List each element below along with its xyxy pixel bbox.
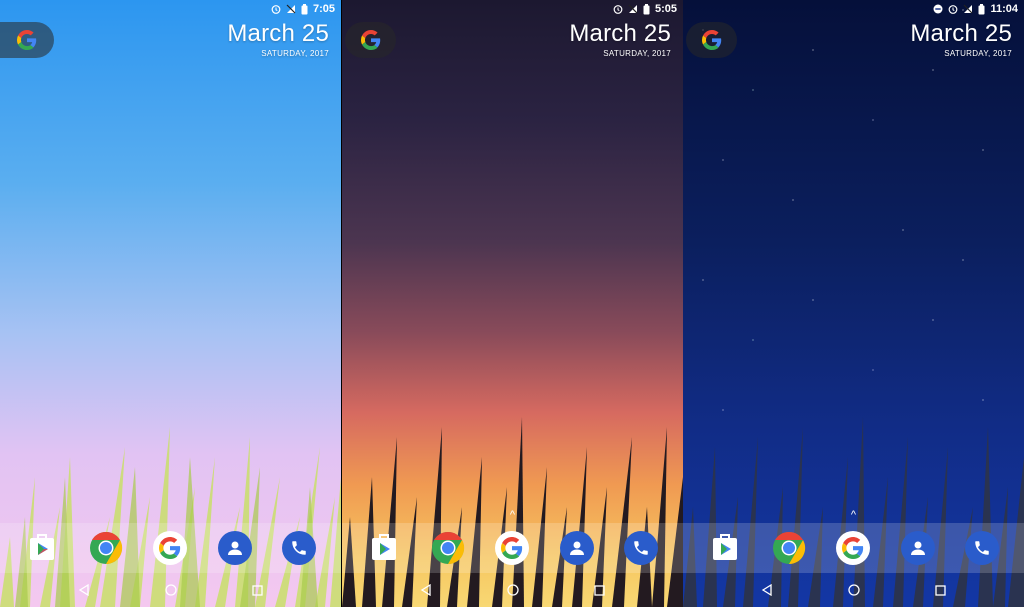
nav-bar	[683, 573, 1024, 607]
contacts-icon[interactable]	[217, 531, 252, 565]
battery-icon	[978, 3, 985, 14]
date-widget[interactable]: March 25 SATURDAY, 2017	[910, 20, 1012, 58]
back-icon[interactable]	[78, 584, 90, 596]
google-search-pill[interactable]	[345, 22, 396, 58]
play-store-icon[interactable]	[25, 531, 59, 565]
status-time: 7:05	[312, 3, 335, 15]
stars-background	[683, 0, 1024, 427]
status-time: 11:04	[990, 3, 1018, 15]
date-widget[interactable]: March 25 SATURDAY, 2017	[569, 20, 671, 58]
dock	[342, 523, 683, 573]
home-icon[interactable]	[848, 584, 860, 596]
chrome-icon[interactable]	[89, 531, 123, 565]
alarm-icon	[271, 5, 281, 14]
recents-icon[interactable]	[935, 584, 946, 596]
recents-icon[interactable]	[252, 584, 263, 596]
date-main: March 25	[227, 20, 329, 47]
google-search-pill[interactable]	[0, 22, 54, 58]
dock	[0, 523, 341, 573]
do-not-disturb-icon	[933, 4, 943, 14]
play-store-icon[interactable]	[708, 531, 742, 565]
chrome-icon[interactable]	[772, 531, 806, 565]
app-drawer-caret-icon[interactable]: ^	[683, 509, 1024, 521]
date-main: March 25	[910, 20, 1012, 47]
date-main: March 25	[569, 20, 671, 47]
home-screen-2: 5:05 March 25 SATURDAY, 2017 ^	[342, 0, 683, 607]
contacts-icon[interactable]	[559, 531, 594, 565]
google-icon[interactable]	[153, 531, 188, 565]
home-screen-3: 11:04 March 25 SATURDAY, 2017 ^	[683, 0, 1024, 607]
app-drawer-caret-icon[interactable]: ^	[342, 509, 683, 521]
alarm-icon	[613, 5, 623, 14]
status-bar: 11:04	[933, 0, 1024, 18]
play-store-icon[interactable]	[367, 531, 401, 565]
alarm-icon	[949, 5, 958, 14]
home-screen-1: 7:05 March 25 SATURDAY, 2017	[0, 0, 341, 607]
google-g-icon	[701, 30, 721, 50]
recents-icon[interactable]	[594, 584, 605, 596]
home-icon[interactable]	[507, 584, 519, 596]
google-g-icon	[17, 30, 37, 50]
date-sub: SATURDAY, 2017	[944, 49, 1012, 58]
status-bar: 7:05	[271, 0, 341, 18]
chrome-icon[interactable]	[431, 531, 465, 565]
signal-off-icon	[628, 4, 638, 14]
status-bar: 5:05	[613, 0, 683, 18]
phone-icon[interactable]	[964, 531, 999, 565]
google-icon[interactable]	[495, 531, 530, 565]
google-search-pill[interactable]	[686, 22, 737, 58]
nav-bar	[342, 573, 683, 607]
back-icon[interactable]	[420, 584, 432, 596]
battery-icon	[643, 3, 650, 14]
back-icon[interactable]	[761, 584, 773, 596]
date-widget[interactable]: March 25 SATURDAY, 2017	[227, 20, 329, 58]
screens-container: 7:05 March 25 SATURDAY, 2017 5:05 March …	[0, 0, 1024, 607]
signal-off-icon	[286, 4, 296, 14]
battery-icon	[301, 3, 308, 14]
nav-bar	[0, 573, 341, 607]
home-icon[interactable]	[165, 584, 177, 596]
date-sub: SATURDAY, 2017	[603, 49, 671, 58]
contacts-icon[interactable]	[900, 531, 935, 565]
signal-off-icon	[964, 4, 973, 14]
dock	[683, 523, 1024, 573]
status-time: 5:05	[654, 3, 677, 15]
google-icon[interactable]	[836, 531, 871, 565]
google-g-icon	[360, 30, 380, 50]
date-sub: SATURDAY, 2017	[261, 49, 329, 58]
phone-icon[interactable]	[281, 531, 316, 565]
phone-icon[interactable]	[623, 531, 658, 565]
